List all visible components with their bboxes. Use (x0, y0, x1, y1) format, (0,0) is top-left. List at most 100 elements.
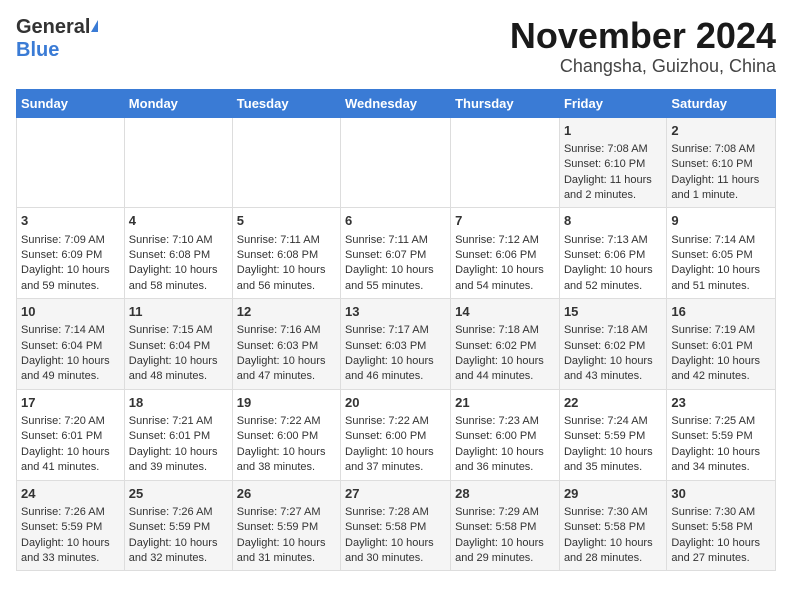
daylight-text: Daylight: 10 hours and 42 minutes. (671, 355, 760, 382)
day-number: 21 (455, 394, 555, 412)
day-number: 26 (237, 485, 336, 503)
week-row-5: 24Sunrise: 7:26 AMSunset: 5:59 PMDayligh… (17, 480, 776, 571)
sunset-text: Sunset: 6:02 PM (564, 340, 645, 352)
day-number: 25 (129, 485, 228, 503)
sunset-text: Sunset: 6:09 PM (21, 249, 102, 261)
sunrise-text: Sunrise: 7:14 AM (21, 324, 105, 336)
sunset-text: Sunset: 6:10 PM (564, 158, 645, 170)
calendar-cell (232, 117, 340, 208)
sunset-text: Sunset: 6:00 PM (237, 430, 318, 442)
sunrise-text: Sunrise: 7:14 AM (671, 234, 755, 246)
day-number: 20 (345, 394, 446, 412)
sunset-text: Sunset: 6:10 PM (671, 158, 752, 170)
daylight-text: Daylight: 10 hours and 37 minutes. (345, 446, 434, 473)
sunrise-text: Sunrise: 7:30 AM (564, 506, 648, 518)
calendar-cell: 16 Sunrise: 7:19 AM Sunset: 6:01 PM Dayligh… (667, 299, 776, 390)
calendar-cell: 7 Sunrise: 7:12 AM Sunset: 6:06 PM Daylight… (451, 208, 560, 299)
calendar-cell: 13 Sunrise: 7:17 AM Sunset: 6:03 PM Dayligh… (341, 299, 451, 390)
sunset-text: Sunset: 6:01 PM (129, 430, 210, 442)
sunset-text: Sunset: 6:03 PM (345, 340, 426, 352)
header-day-sunday: Sunday (17, 89, 125, 117)
calendar-cell: 14Sunrise: 7:18 AMSunset: 6:02 PMDayligh… (451, 299, 560, 390)
day-number: 15 (564, 303, 662, 321)
sunrise-text: Sunrise: 7:20 AM (21, 415, 105, 427)
day-number: 10 (21, 303, 120, 321)
sunset-text: Sunset: 5:59 PM (237, 521, 318, 533)
day-number: 16 (671, 303, 771, 321)
sunset-text: Sunset: 6:06 PM (564, 249, 645, 261)
calendar-cell: 6Sunrise: 7:11 AMSunset: 6:07 PMDaylight… (341, 208, 451, 299)
day-number: 19 (237, 394, 336, 412)
sunrise-text: Sunrise: 7:30 AM (671, 506, 755, 518)
header-day-saturday: Saturday (667, 89, 776, 117)
sunset-text: Sunset: 6:06 PM (455, 249, 536, 261)
sunrise-text: Sunrise: 7:09 AM (21, 234, 105, 246)
daylight-text: Daylight: 10 hours and 27 minutes. (671, 537, 760, 564)
calendar-cell (451, 117, 560, 208)
day-number: 13 (345, 303, 446, 321)
calendar-cell: 21Sunrise: 7:23 AMSunset: 6:00 PMDayligh… (451, 389, 560, 480)
sunset-text: Sunset: 6:04 PM (21, 340, 102, 352)
calendar-cell (124, 117, 232, 208)
day-number: 7 (455, 212, 555, 230)
calendar-cell: 3Sunrise: 7:09 AMSunset: 6:09 PMDaylight… (17, 208, 125, 299)
week-row-4: 17 Sunrise: 7:20 AM Sunset: 6:01 PM Dayligh… (17, 389, 776, 480)
daylight-text: Daylight: 10 hours and 55 minutes. (345, 264, 434, 291)
header-day-tuesday: Tuesday (232, 89, 340, 117)
daylight-text: Daylight: 10 hours and 39 minutes. (129, 446, 218, 473)
daylight-text: Daylight: 10 hours and 56 minutes. (237, 264, 326, 291)
calendar-cell: 23Sunrise: 7:25 AMSunset: 5:59 PMDayligh… (667, 389, 776, 480)
sunset-text: Sunset: 5:58 PM (564, 521, 645, 533)
calendar-cell: 12Sunrise: 7:16 AMSunset: 6:03 PMDayligh… (232, 299, 340, 390)
calendar-subtitle: Changsha, Guizhou, China (510, 56, 776, 77)
sunrise-text: Sunrise: 7:10 AM (129, 234, 213, 246)
sunrise-text: Sunrise: 7:25 AM (671, 415, 755, 427)
sunrise-text: Sunrise: 7:19 AM (671, 324, 755, 336)
day-number: 4 (129, 212, 228, 230)
calendar-cell: 17Sunrise: 7:20 AMSunset: 6:01 PMDayligh… (17, 389, 125, 480)
logo-triangle-icon (91, 20, 98, 32)
calendar-cell: 15Sunrise: 7:18 AMSunset: 6:02 PMDayligh… (559, 299, 666, 390)
sunrise-text: Sunrise: 7:11 AM (345, 234, 428, 246)
sunrise-text: Sunrise: 7:08 AM (564, 143, 648, 155)
sunrise-text: Sunrise: 7:21 AM (129, 415, 213, 427)
calendar-cell: 1Sunrise: 7:08 AMSunset: 6:10 PMDaylight… (559, 117, 666, 208)
sunset-text: Sunset: 5:59 PM (671, 430, 752, 442)
day-number: 12 (237, 303, 336, 321)
daylight-text: Daylight: 11 hours and 2 minutes. (564, 174, 652, 201)
calendar-cell: 10Sunrise: 7:14 AMSunset: 6:04 PMDayligh… (17, 299, 125, 390)
header-day-thursday: Thursday (451, 89, 560, 117)
sunrise-text: Sunrise: 7:11 AM (237, 234, 320, 246)
calendar-cell: 30Sunrise: 7:30 AMSunset: 5:58 PMDayligh… (667, 480, 776, 571)
day-number: 23 (671, 394, 771, 412)
daylight-text: Daylight: 10 hours and 58 minutes. (129, 264, 218, 291)
daylight-text: Daylight: 10 hours and 46 minutes. (345, 355, 434, 382)
sunset-text: Sunset: 6:02 PM (455, 340, 536, 352)
header-day-monday: Monday (124, 89, 232, 117)
title-area: November 2024 Changsha, Guizhou, China (510, 16, 776, 77)
calendar-cell: 8Sunrise: 7:13 AMSunset: 6:06 PMDaylight… (559, 208, 666, 299)
sunrise-text: Sunrise: 7:17 AM (345, 324, 429, 336)
sunset-text: Sunset: 6:01 PM (21, 430, 102, 442)
calendar-title: November 2024 (510, 16, 776, 56)
sunrise-text: Sunrise: 7:18 AM (455, 324, 539, 336)
week-row-2: 3Sunrise: 7:09 AMSunset: 6:09 PMDaylight… (17, 208, 776, 299)
sunset-text: Sunset: 6:00 PM (345, 430, 426, 442)
day-number: 17 (21, 394, 120, 412)
day-number: 29 (564, 485, 662, 503)
calendar-cell: 26Sunrise: 7:27 AMSunset: 5:59 PMDayligh… (232, 480, 340, 571)
sunset-text: Sunset: 6:01 PM (671, 340, 752, 352)
header-day-wednesday: Wednesday (341, 89, 451, 117)
day-number: 14 (455, 303, 555, 321)
daylight-text: Daylight: 10 hours and 33 minutes. (21, 537, 110, 564)
sunset-text: Sunset: 6:08 PM (237, 249, 318, 261)
daylight-text: Daylight: 10 hours and 54 minutes. (455, 264, 544, 291)
sunrise-text: Sunrise: 7:22 AM (345, 415, 429, 427)
sunrise-text: Sunrise: 7:18 AM (564, 324, 648, 336)
logo-general-text: General (16, 16, 90, 39)
sunrise-text: Sunrise: 7:12 AM (455, 234, 539, 246)
sunrise-text: Sunrise: 7:26 AM (21, 506, 105, 518)
day-number: 18 (129, 394, 228, 412)
daylight-text: Daylight: 10 hours and 35 minutes. (564, 446, 653, 473)
calendar-cell: 29Sunrise: 7:30 AMSunset: 5:58 PMDayligh… (559, 480, 666, 571)
